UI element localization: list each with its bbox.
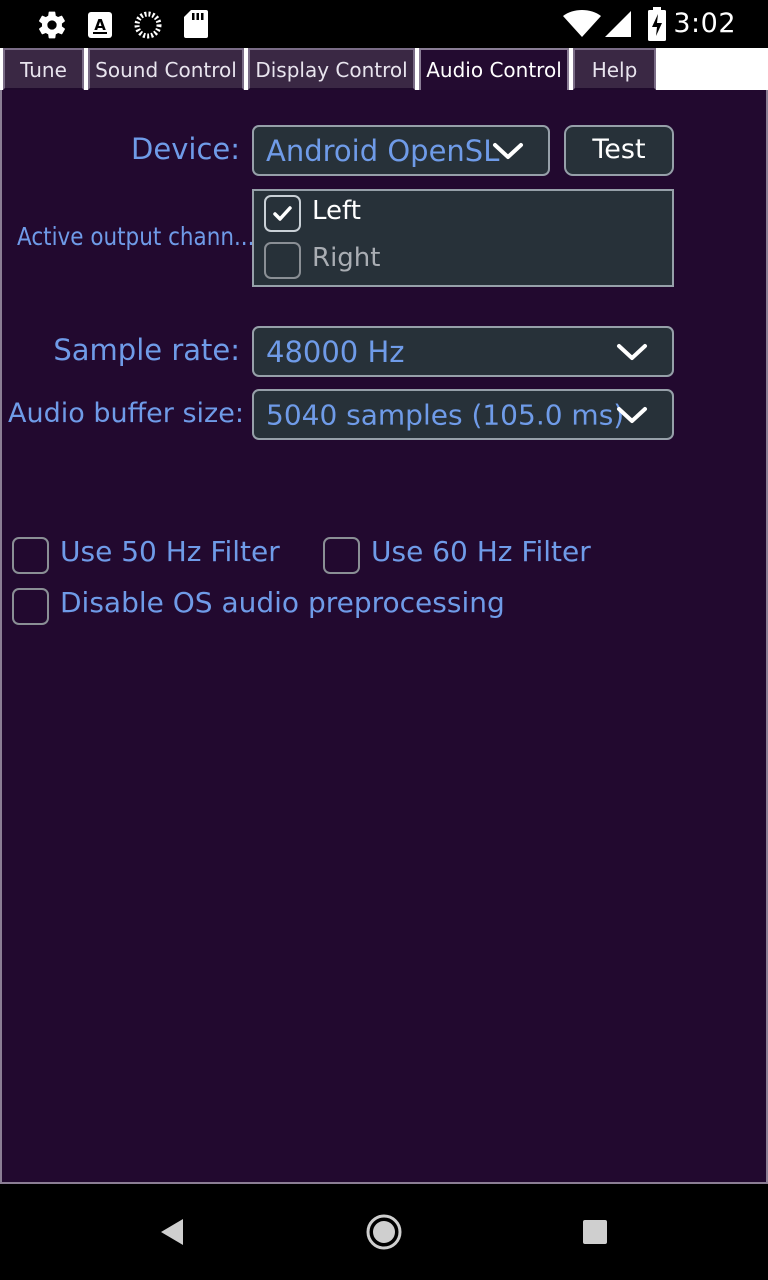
buffer-size-dropdown[interactable]: 5040 samples (105.0 ms) [252, 389, 674, 440]
status-bar: A 3:02 [0, 0, 768, 48]
device-label: Device: [131, 132, 240, 166]
cell-signal-icon [605, 11, 631, 37]
sample-rate-dropdown[interactable]: 48000 Hz [252, 326, 674, 377]
filter-50hz-checkbox[interactable] [12, 537, 49, 574]
tab-help[interactable]: Help [573, 48, 656, 90]
back-icon[interactable] [158, 1217, 186, 1247]
loading-circle-icon [134, 11, 162, 39]
chevron-down-icon [617, 343, 647, 360]
wifi-icon [563, 10, 601, 37]
left-channel-checkbox[interactable] [264, 195, 301, 232]
filter-60hz-label: Use 60 Hz Filter [371, 535, 591, 568]
checkmark-icon [273, 206, 292, 221]
tab-bar: Tune Sound Control Display Control Audio… [0, 48, 768, 90]
right-channel-label: Right [312, 243, 381, 273]
left-channel-label: Left [312, 196, 361, 226]
chevron-down-icon [493, 142, 523, 159]
right-channel-checkbox[interactable] [264, 242, 301, 279]
filter-60hz-checkbox[interactable] [323, 537, 360, 574]
buffer-size-label: Audio buffer size: [8, 398, 244, 429]
gear-icon [39, 11, 65, 39]
disable-preprocessing-label: Disable OS audio preprocessing [60, 586, 505, 619]
test-button[interactable]: Test [564, 125, 674, 176]
status-time: 3:02 [673, 8, 736, 39]
filter-50hz-label: Use 50 Hz Filter [60, 535, 280, 568]
buffer-size-value: 5040 samples (105.0 ms) [266, 398, 625, 431]
recents-icon[interactable] [582, 1219, 608, 1245]
battery-charging-icon [648, 7, 666, 41]
tab-display-control[interactable]: Display Control [248, 48, 415, 90]
sample-rate-label: Sample rate: [53, 333, 240, 367]
sample-rate-value: 48000 Hz [266, 334, 405, 369]
device-value: Android OpenSL [266, 133, 500, 168]
chevron-down-icon [617, 406, 647, 423]
navigation-bar [0, 1184, 768, 1280]
sd-card-icon [184, 10, 208, 38]
tab-sound-control[interactable]: Sound Control [88, 48, 244, 90]
keyboard-a-icon: A [88, 12, 112, 38]
tab-audio-control[interactable]: Audio Control [419, 48, 569, 90]
svg-text:A: A [94, 16, 106, 34]
tab-tune[interactable]: Tune [3, 48, 84, 90]
channels-label: Active output chann... [17, 222, 255, 251]
home-icon[interactable] [365, 1213, 403, 1251]
device-dropdown[interactable]: Android OpenSL [252, 125, 550, 176]
disable-preprocessing-checkbox[interactable] [12, 588, 49, 625]
